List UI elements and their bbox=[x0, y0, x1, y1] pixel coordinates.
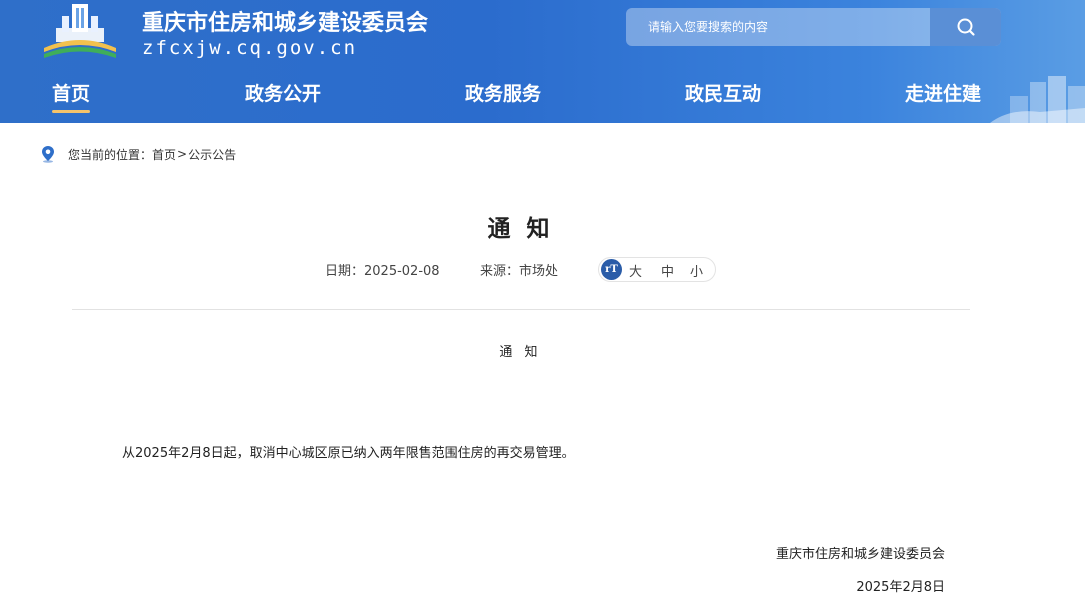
site-title[interactable]: 重庆市住房和城乡建设委员会 bbox=[142, 5, 428, 37]
search-button[interactable] bbox=[930, 8, 1001, 46]
nav-item-government-services[interactable]: 政务服务 bbox=[465, 79, 541, 106]
breadcrumb-home-link[interactable]: 首页 bbox=[152, 146, 176, 163]
nav-item-government-affairs[interactable]: 政务公开 bbox=[245, 79, 321, 106]
breadcrumb-announcements-link[interactable]: 公示公告 bbox=[188, 146, 236, 163]
breadcrumb: 您当前的位置： 首页 > 公示公告 bbox=[40, 144, 236, 164]
nav-item-interaction[interactable]: 政民互动 bbox=[685, 79, 761, 106]
signature-date: 2025年2月8日 bbox=[856, 580, 945, 595]
site-logo[interactable] bbox=[40, 2, 120, 60]
font-size-large-button[interactable]: 大 bbox=[629, 261, 642, 280]
search-icon bbox=[957, 18, 975, 36]
content-divider bbox=[72, 309, 970, 310]
main-nav: 首页 政务公开 政务服务 政民互动 走进住建 bbox=[0, 74, 1085, 123]
breadcrumb-separator: > bbox=[177, 147, 188, 161]
signature-organization: 重庆市住房和城乡建设委员会 bbox=[775, 547, 945, 562]
breadcrumb-prefix: 您当前的位置： bbox=[68, 147, 153, 162]
font-size-icon: rT bbox=[601, 259, 622, 280]
font-size-small-button[interactable]: 小 bbox=[690, 261, 703, 280]
font-size-control: rT 大 中 小 bbox=[598, 257, 716, 282]
site-header: 重庆市住房和城乡建设委员会 zfcxjw.cq.gov.cn 首页 政务公开 政… bbox=[0, 0, 1085, 123]
article-body-paragraph: 从2025年2月8日起，取消中心城区原已纳入两年限售范围住房的再交易管理。 bbox=[122, 446, 575, 461]
article-title: 通 知 bbox=[487, 216, 554, 242]
font-size-medium-button[interactable]: 中 bbox=[661, 261, 674, 280]
article-body-heading: 通 知 bbox=[499, 345, 542, 360]
site-domain: zfcxjw.cq.gov.cn bbox=[142, 37, 358, 59]
nav-item-about[interactable]: 走进住建 bbox=[905, 79, 981, 106]
nav-item-home[interactable]: 首页 bbox=[52, 79, 91, 113]
article-source: 来源：市场处 bbox=[480, 264, 559, 279]
location-pin-icon bbox=[42, 146, 54, 163]
search-input[interactable] bbox=[626, 8, 930, 46]
building-illustration bbox=[990, 76, 1085, 123]
article-date: 日期：2025-02-08 bbox=[325, 264, 440, 279]
search-box bbox=[626, 8, 1001, 46]
